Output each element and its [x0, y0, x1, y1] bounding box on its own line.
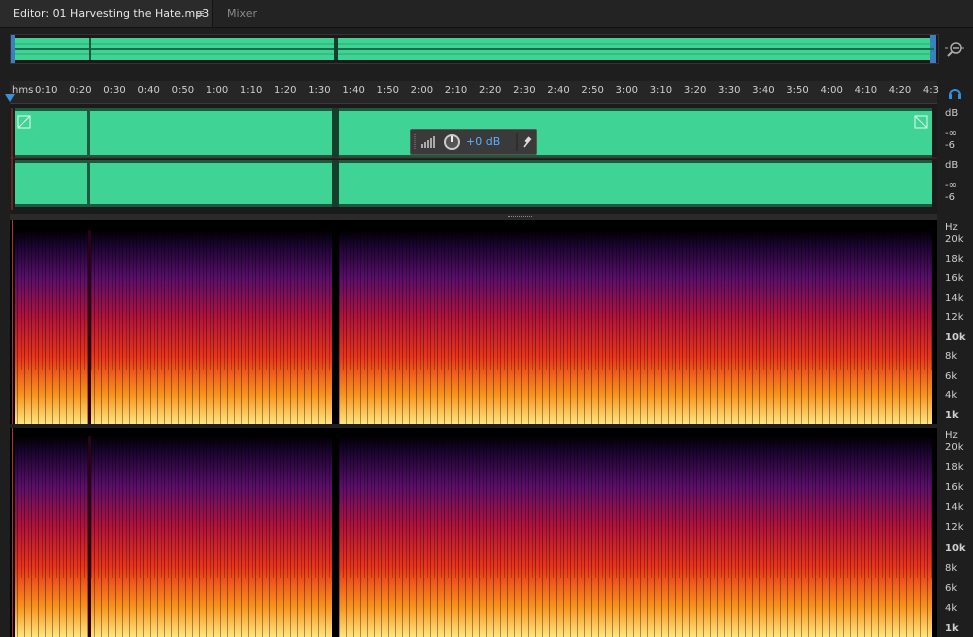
- tab-mixer-label: Mixer: [227, 7, 258, 20]
- hz-label: 16k: [945, 273, 964, 285]
- zoom-out-icon[interactable]: [944, 38, 966, 60]
- db-unit: dB: [945, 160, 959, 171]
- ruler-tick-label: 3:20: [683, 85, 707, 96]
- hz-label: 10k: [945, 331, 966, 343]
- ruler-tick-label: 1:20: [274, 85, 297, 96]
- hz-label: 1k: [945, 623, 959, 634]
- ruler-tick-label: 1:30: [308, 85, 331, 96]
- time-ruler[interactable]: hms 0:10 0:20 0:30 0:40 0:50 1:00 1:10 1:20 1:30…: [10, 81, 939, 104]
- waveform-scale-ch1: dB -∞ -6: [937, 106, 973, 158]
- ruler-tick-label: 2:20: [478, 85, 502, 96]
- hz-label: 4k: [945, 602, 958, 614]
- db-unit: dB: [945, 108, 959, 119]
- waveform-scale-ch2: dB -∞ -6: [937, 158, 973, 210]
- tab-mixer[interactable]: Mixer: [213, 0, 283, 27]
- ruler-tick-label: 2:00: [410, 85, 434, 96]
- ruler-tick-label: 4:3: [922, 85, 939, 96]
- hz-label: 18k: [945, 253, 964, 265]
- headphones-icon[interactable]: [947, 85, 963, 101]
- ruler-tick-label: 0:20: [69, 85, 92, 96]
- ruler-tick-label: 0:10: [35, 85, 58, 96]
- ruler-tick-label: 1:10: [239, 85, 263, 96]
- hz-label: 16k: [945, 482, 964, 494]
- pin-icon[interactable]: [521, 134, 533, 150]
- ruler-tick-label: 2:40: [547, 85, 570, 96]
- hz-label: 14k: [945, 292, 964, 304]
- playhead-marker[interactable]: [5, 94, 15, 102]
- spectral-display-ch2[interactable]: [10, 428, 937, 637]
- ruler-tick-label: 4:10: [854, 85, 878, 96]
- ruler-tick-label: 3:30: [718, 85, 741, 96]
- frequency-scale-ch2: Hz 20k 18k 16k 14k 12k 10k 8k 6k 4k 1k: [937, 428, 973, 637]
- hz-unit: Hz: [945, 222, 958, 233]
- db-label: -∞: [945, 128, 957, 139]
- ruler-tick-label: 0:30: [103, 85, 126, 96]
- hz-label: 6k: [945, 370, 958, 382]
- knob-icon[interactable]: [443, 133, 461, 151]
- hz-label: 6k: [945, 582, 958, 594]
- tab-menu-icon[interactable]: ≡: [196, 0, 205, 27]
- ruler-tick-label: 0:40: [137, 85, 160, 96]
- db-label: -6: [945, 192, 955, 203]
- ruler-tick-label: 3:10: [649, 85, 673, 96]
- hz-label: 1k: [945, 410, 959, 421]
- overview-waveform[interactable]: [10, 34, 939, 64]
- amplitude-hud[interactable]: +0 dB: [410, 129, 537, 155]
- hz-label: 18k: [945, 462, 964, 474]
- ruler-tick-label: 4:20: [888, 85, 912, 96]
- hz-label: 4k: [945, 390, 958, 402]
- db-label: -6: [945, 140, 955, 151]
- ruler-tick-label: 1:00: [205, 85, 229, 96]
- ruler-tick-label: 2:50: [581, 85, 604, 96]
- hz-label: 8k: [945, 351, 958, 363]
- hz-unit: Hz: [945, 430, 958, 441]
- hz-label: 12k: [945, 312, 964, 324]
- ruler-tick-label: 2:30: [513, 85, 536, 96]
- ruler-tick-label: 3:40: [752, 85, 775, 96]
- ruler-tick-label: 2:10: [444, 85, 468, 96]
- spectral-display-ch1[interactable]: [10, 220, 937, 424]
- hz-label: 20k: [945, 442, 964, 453]
- hz-label: 12k: [945, 522, 964, 534]
- db-label: -∞: [945, 180, 957, 191]
- hz-label: 10k: [945, 542, 966, 554]
- tab-editor[interactable]: Editor: 01 Harvesting the Hate.mp3 ≡: [0, 0, 213, 27]
- ruler-tick-label: 1:40: [342, 85, 365, 96]
- frequency-scale-ch1: Hz 20k 18k 16k 14k 12k 10k 8k 6k 4k 1k: [937, 220, 973, 424]
- tab-editor-label: Editor: 01 Harvesting the Hate.mp3: [13, 7, 210, 20]
- ruler-unit: hms: [12, 85, 34, 96]
- ruler-tick-label: 0:50: [171, 85, 195, 96]
- ruler-tick-label: 3:50: [786, 85, 809, 96]
- hz-label: 14k: [945, 502, 964, 514]
- level-meter-icon: [419, 134, 437, 150]
- ruler-tick-label: 4:00: [820, 85, 843, 96]
- waveform-display[interactable]: [10, 104, 937, 214]
- hz-label: 8k: [945, 562, 958, 574]
- hz-label: 20k: [945, 234, 964, 245]
- ruler-tick-label: 3:00: [615, 85, 639, 96]
- ruler-tick-label: 1:50: [376, 85, 399, 96]
- tab-bar: Editor: 01 Harvesting the Hate.mp3 ≡ Mix…: [0, 0, 973, 28]
- gain-readout: +0 dB: [466, 135, 501, 148]
